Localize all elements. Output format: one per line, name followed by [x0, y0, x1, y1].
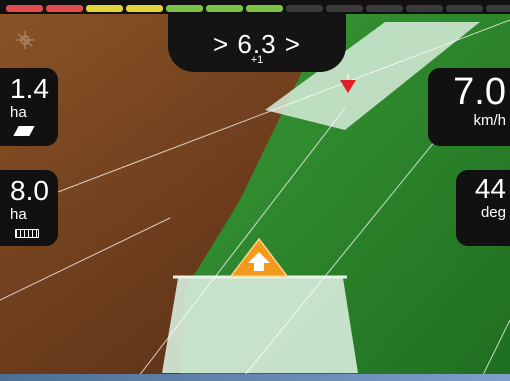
pass-offset: +1	[250, 54, 264, 66]
speed-value: 7.0	[453, 71, 506, 113]
lightbar-led	[406, 5, 443, 12]
bottom-status-strip	[0, 374, 510, 381]
area-worked-value: 8.0	[10, 175, 49, 206]
lightbar-led	[126, 5, 163, 12]
lightbar-led	[366, 5, 403, 12]
parallelogram-icon	[13, 126, 35, 137]
lightbar-led	[206, 5, 243, 12]
lightbar-led	[86, 5, 123, 12]
lightbar	[0, 0, 510, 14]
lightbar-led	[6, 5, 43, 12]
area-total-box[interactable]: 1.4 ha	[0, 68, 58, 146]
lightbar-led	[246, 5, 283, 12]
lightbar-led	[46, 5, 83, 12]
lightbar-led	[166, 5, 203, 12]
cross-track-readout: > 6.3 > +1	[168, 14, 346, 72]
heading-unit: deg	[480, 204, 506, 221]
brand-logo-icon	[16, 31, 34, 49]
ruler-icon	[15, 228, 39, 238]
area-worked-box[interactable]: 8.0 ha	[0, 170, 58, 246]
lightbar-led	[446, 5, 483, 12]
guidance-screen: > 6.3 > +1 1.4 ha 8.0 ha 7.0 km/h 44 deg	[0, 0, 510, 381]
heading-value: 44	[474, 173, 506, 204]
lightbar-led	[286, 5, 323, 12]
area-total-value: 1.4	[10, 73, 49, 104]
coverage-strip-near	[162, 278, 358, 373]
heading-box[interactable]: 44 deg	[456, 170, 510, 246]
speed-box[interactable]: 7.0 km/h	[428, 68, 510, 146]
lightbar-led	[486, 5, 510, 12]
speed-unit: km/h	[473, 112, 506, 129]
area-worked-unit: ha	[10, 206, 27, 223]
lightbar-led	[326, 5, 363, 12]
area-total-unit: ha	[10, 104, 27, 121]
